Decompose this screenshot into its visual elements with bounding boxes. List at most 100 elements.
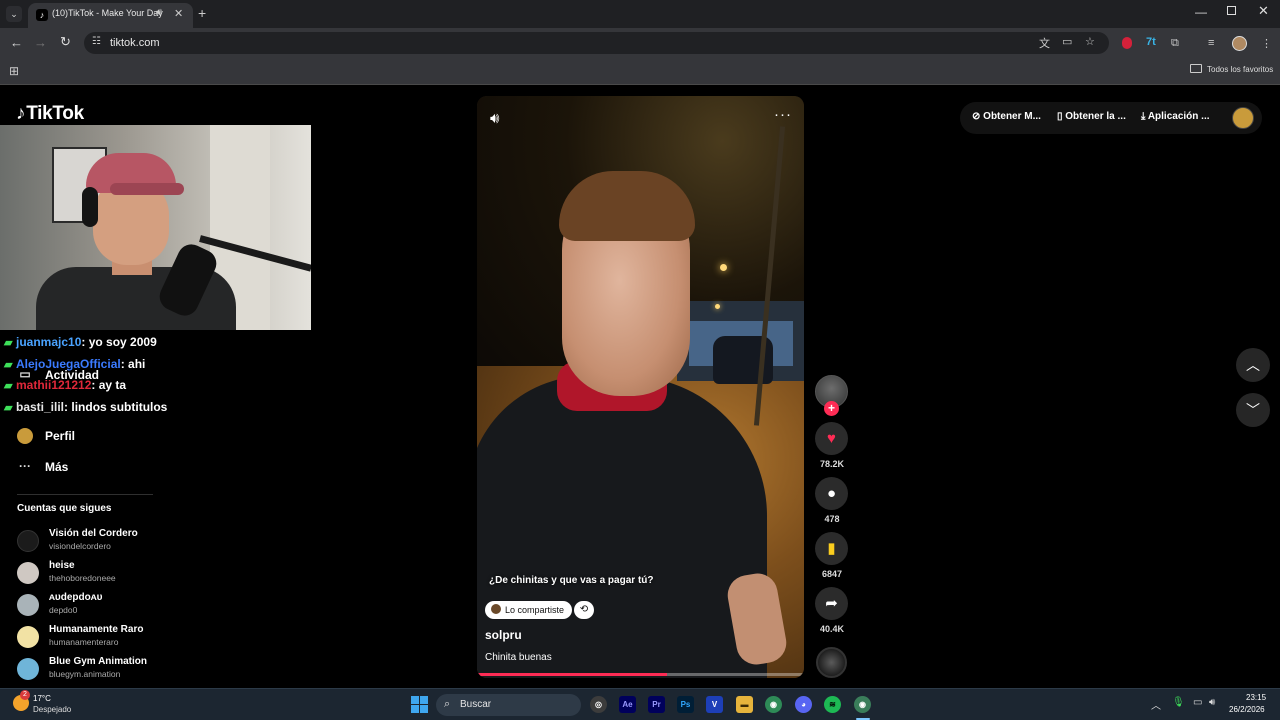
- folder-icon: [1190, 64, 1202, 73]
- reload-icon[interactable]: ↻: [60, 34, 71, 50]
- discord-icon[interactable]: ◕: [795, 696, 812, 713]
- back-arrow-icon[interactable]: ←: [10, 35, 23, 50]
- account-avatar: [17, 594, 39, 616]
- tiktok-favicon-icon: ♪: [36, 9, 48, 21]
- following-account[interactable]: Humanamente Raro humanamenteraro: [17, 623, 197, 655]
- webcam-streamer-cap-brim: [110, 183, 184, 195]
- browser-menu-icon[interactable]: ⋮: [1261, 37, 1272, 50]
- weather-description[interactable]: Despejado: [33, 705, 71, 714]
- share-arrow-icon[interactable]: ➦: [815, 587, 848, 620]
- following-account[interactable]: heise thehoboredoneee: [17, 559, 197, 591]
- sidebar-item-mas[interactable]: ··· Más: [17, 459, 68, 479]
- following-list: Visión del Cordero visiondelcordero heis…: [17, 527, 197, 687]
- volume-tray-icon[interactable]: 🔊︎: [1209, 697, 1215, 708]
- media-queue-icon[interactable]: ≡: [1208, 37, 1214, 49]
- windows-start-icon[interactable]: [411, 696, 428, 713]
- close-tab-icon[interactable]: ✕: [174, 7, 183, 20]
- premiere-icon[interactable]: Pr: [648, 696, 665, 713]
- webcam-headphones: [82, 187, 98, 227]
- account-handle: bluegym.animation: [49, 669, 121, 679]
- following-account[interactable]: ᴀᴜdepdoᴀᴜ depdo0: [17, 591, 197, 623]
- chrome-icon[interactable]: ◉: [765, 696, 782, 713]
- speaker-icon[interactable]: 🔊︎: [156, 7, 162, 18]
- extension-translate-icon[interactable]: 7t: [1146, 36, 1156, 48]
- clock-time[interactable]: 23:15: [1246, 693, 1266, 702]
- browser-tab-tiktok[interactable]: ♪ (10)TikTok - Make Your Day 🔊︎ ✕: [28, 3, 193, 28]
- apps-grid-icon[interactable]: ⊞: [9, 64, 19, 78]
- kick-badge-icon: ▰: [4, 337, 13, 349]
- close-window-icon[interactable]: ✕: [1258, 3, 1269, 19]
- share-count: 40.4K: [819, 624, 845, 634]
- bookmark-icon[interactable]: ▮: [815, 532, 848, 565]
- tab-search-icon[interactable]: ⌄: [6, 6, 22, 22]
- sidebar-item-perfil[interactable]: Perfil: [17, 428, 75, 448]
- network-icon[interactable]: ▭: [1193, 697, 1202, 708]
- forward-arrow-icon[interactable]: →: [34, 35, 47, 50]
- photoshop-icon[interactable]: Ps: [677, 696, 694, 713]
- after-effects-icon[interactable]: Ae: [619, 696, 636, 713]
- bookmarks-bar: ⊞ Todos los favoritos: [0, 58, 1280, 85]
- more-options-icon[interactable]: ···: [774, 106, 792, 123]
- video-caption: Chinita buenas: [485, 652, 552, 663]
- browser-toolbar: ← → ↻ ☷ tiktok.com 文 ▭ ☆ 7t ⧉ ≡ ⋮: [0, 28, 1280, 58]
- video-street-light: [720, 264, 727, 271]
- spotify-icon[interactable]: ≋: [824, 696, 841, 713]
- sidebar-item-actividad[interactable]: ▭ Actividad: [17, 367, 99, 387]
- comment-icon[interactable]: ●: [815, 477, 848, 510]
- taskbar-search[interactable]: ⌕ Buscar: [436, 694, 581, 716]
- minimize-window-icon[interactable]: —: [1195, 5, 1207, 19]
- extensions-puzzle-icon[interactable]: ⧉: [1171, 37, 1179, 50]
- extension-red-icon[interactable]: [1122, 37, 1132, 49]
- url-text[interactable]: tiktok.com: [110, 37, 160, 49]
- file-explorer-icon[interactable]: ▬: [736, 696, 753, 713]
- video-author[interactable]: solpru: [485, 628, 522, 642]
- address-bar[interactable]: ☷ tiktok.com 文 ▭ ☆: [84, 32, 1109, 54]
- volume-icon[interactable]: 🔊︎: [490, 110, 499, 127]
- chat-username: juanmajc10: [16, 335, 82, 349]
- video-player[interactable]: 🔊︎ ··· ¿De chinitas y que vas a pagar tú…: [477, 96, 804, 678]
- like-count: 78.2K: [819, 459, 845, 469]
- all-bookmarks-link[interactable]: Todos los favoritos: [1207, 65, 1273, 74]
- music-disc-icon[interactable]: [816, 647, 847, 678]
- clock-date[interactable]: 26/2/2026: [1229, 705, 1265, 714]
- kick-badge-icon: ▰: [4, 358, 13, 371]
- search-placeholder: Buscar: [460, 699, 492, 710]
- shared-badge[interactable]: Lo compartiste: [485, 601, 573, 619]
- obtain-coins-button[interactable]: ⊘ Obtener M...: [972, 111, 1041, 122]
- microphone-icon[interactable]: 🎙︎: [1172, 697, 1185, 708]
- account-name: heise: [49, 560, 75, 571]
- account-name: Humanamente Raro: [49, 624, 144, 635]
- shared-avatar-icon: [491, 604, 501, 614]
- profile-avatar[interactable]: [1232, 36, 1247, 51]
- weather-badge: 2: [20, 690, 30, 700]
- obs-icon[interactable]: ◎: [590, 696, 607, 713]
- chrome-active-icon[interactable]: ◉: [854, 696, 871, 713]
- translate-icon[interactable]: 文: [1039, 35, 1050, 51]
- tray-chevron-up-icon[interactable]: ︿: [1151, 697, 1161, 712]
- account-avatar: [17, 562, 39, 584]
- maximize-window-icon[interactable]: [1227, 6, 1236, 15]
- previous-video-chevron-up-icon[interactable]: ︿: [1236, 348, 1270, 382]
- sidebar-divider: [17, 494, 153, 495]
- get-app-button[interactable]: ▯ Obtener la ...: [1057, 111, 1126, 122]
- video-progress-bar[interactable]: [477, 673, 804, 676]
- next-video-chevron-down-icon[interactable]: ﹀: [1236, 393, 1270, 427]
- tiktok-logo[interactable]: ♪TikTok: [16, 103, 84, 125]
- following-account[interactable]: Visión del Cordero visiondelcordero: [17, 527, 197, 559]
- bookmark-star-icon[interactable]: ☆: [1085, 35, 1095, 48]
- weather-temperature[interactable]: 17°C: [33, 694, 51, 703]
- chat-username: basti_ilil: [16, 399, 65, 414]
- save-count: 6847: [821, 569, 843, 579]
- cast-icon[interactable]: ▭: [1062, 35, 1072, 48]
- more-dots-icon: ···: [19, 459, 31, 473]
- repost-icon[interactable]: ⟲: [574, 601, 594, 619]
- new-tab-icon[interactable]: +: [198, 5, 206, 21]
- user-avatar[interactable]: [1232, 107, 1254, 129]
- account-handle: humanamenteraro: [49, 637, 119, 647]
- vegas-icon[interactable]: V: [706, 696, 723, 713]
- follow-plus-icon[interactable]: +: [824, 401, 839, 416]
- site-info-icon[interactable]: ☷: [92, 36, 101, 47]
- like-heart-icon[interactable]: ♥: [815, 422, 848, 455]
- following-account[interactable]: Blue Gym Animation bluegym.animation: [17, 655, 197, 687]
- download-app-button[interactable]: ⤓ Aplicación ...: [1141, 111, 1210, 122]
